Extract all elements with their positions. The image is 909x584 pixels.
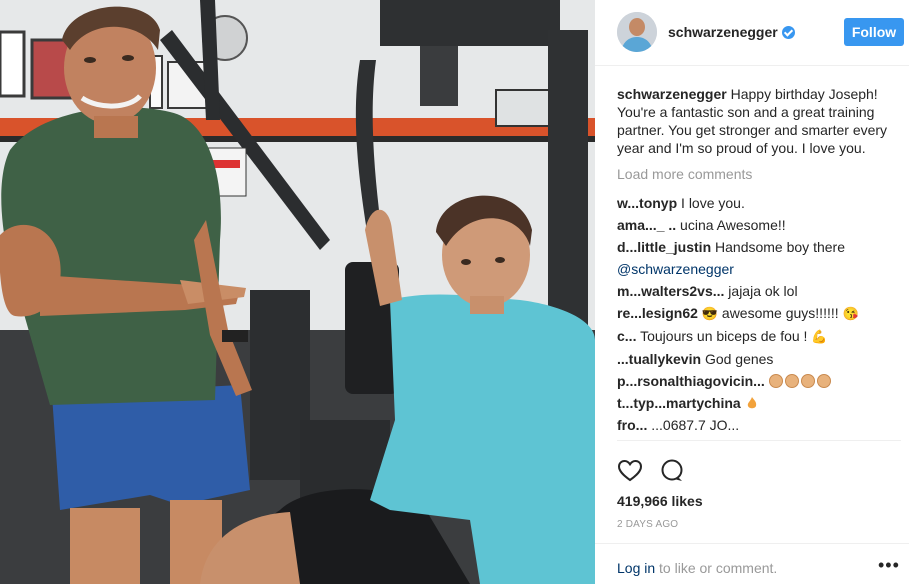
- login-link[interactable]: Log in: [617, 560, 655, 576]
- face-emoji-icon: 😎: [701, 306, 719, 321]
- comment-handle[interactable]: ...tuallykevin: [617, 351, 701, 367]
- comment-handle[interactable]: ama..._ ..: [617, 217, 676, 233]
- flex-emoji-icon: 💪: [811, 329, 828, 344]
- comment-text: ucina Awesome!!: [680, 217, 786, 233]
- load-more-comments-link[interactable]: Load more comments: [617, 166, 752, 182]
- comment-item: c... Toujours un biceps de fou ! 💪: [617, 325, 901, 348]
- username[interactable]: schwarzenegger: [668, 24, 795, 40]
- post-actions: [617, 458, 697, 484]
- post-caption: schwarzenegger Happy birthday Joseph! Yo…: [617, 85, 901, 157]
- comment-handle[interactable]: w...tonyp: [617, 195, 677, 211]
- likes-count[interactable]: 419,966 likes: [617, 493, 703, 509]
- post-photo[interactable]: [0, 0, 595, 584]
- comment-item: d...little_justin Handsome boy there: [617, 236, 901, 258]
- comment-mention-link[interactable]: @schwarzenegger: [617, 261, 734, 277]
- comment-handle[interactable]: re...lesign62: [617, 305, 698, 321]
- follow-button[interactable]: Follow: [844, 18, 904, 46]
- comment-text: jajaja ok lol: [728, 283, 798, 299]
- avatar[interactable]: [617, 12, 657, 52]
- verified-badge-icon: [781, 26, 795, 39]
- comment-text: ...0687.7 JO...: [651, 417, 740, 433]
- post-side-panel: schwarzenegger Follow schwarzenegger Hap…: [595, 0, 909, 584]
- comment-text: God genes: [704, 351, 774, 367]
- heart-icon[interactable]: [617, 458, 643, 484]
- username-text[interactable]: schwarzenegger: [668, 24, 778, 40]
- comment-handle[interactable]: d...little_justin: [617, 239, 711, 255]
- comment-list: w...tonyp I love you. ama..._ .. ucina A…: [617, 192, 901, 438]
- login-prompt: Log in to like or comment.: [617, 560, 777, 576]
- fire-emoji-icon: [747, 397, 756, 409]
- comment-item: t...typ...martychina: [617, 392, 901, 414]
- comment-icon[interactable]: [659, 458, 685, 484]
- comment-item: p...rsonalthiagovicin...: [617, 370, 901, 392]
- post-timestamp: 2 DAYS AGO: [617, 519, 679, 530]
- clap-emoji-icon: [816, 374, 831, 388]
- comment-item: w...tonyp I love you.: [617, 192, 901, 214]
- comment-item: re...lesign62 😎 awesome guys!!!!!! 😘: [617, 302, 901, 325]
- clap-emoji-icon: [784, 374, 799, 388]
- wink-emoji-icon: 😘: [842, 306, 859, 321]
- comment-item: ama..._ .. ucina Awesome!!: [617, 214, 901, 236]
- comment-handle[interactable]: m...walters2vs...: [617, 283, 724, 299]
- clap-emoji-icon: [800, 374, 815, 388]
- divider: [617, 440, 901, 441]
- post-header: schwarzenegger Follow: [595, 0, 909, 66]
- comment-text: I love you.: [681, 195, 745, 211]
- avatar-image: [617, 12, 657, 52]
- comment-handle[interactable]: t...typ...martychina: [617, 395, 741, 411]
- comment-item: ...tuallykevin God genes: [617, 348, 901, 370]
- comment-handle[interactable]: fro...: [617, 417, 647, 433]
- login-rest-text: to like or comment.: [655, 560, 778, 576]
- comment-text: Handsome boy there: [715, 239, 845, 255]
- comment-item: fro... ...0687.7 JO...: [617, 414, 901, 436]
- comment-item: m...walters2vs... jajaja ok lol: [617, 280, 901, 302]
- comment-handle[interactable]: p...rsonalthiagovicin...: [617, 373, 765, 389]
- clap-emoji-icon: [768, 374, 783, 388]
- more-options-icon[interactable]: •••: [878, 556, 900, 574]
- comment-text: Toujours un biceps de fou !: [640, 328, 808, 344]
- comment-text: awesome guys!!!!!!: [721, 305, 839, 321]
- gym-scene-illustration: [0, 0, 595, 584]
- comment-item: @schwarzenegger: [617, 258, 901, 280]
- login-row: Log in to like or comment. •••: [595, 543, 909, 584]
- caption-username[interactable]: schwarzenegger: [617, 86, 727, 102]
- comment-handle[interactable]: c...: [617, 328, 636, 344]
